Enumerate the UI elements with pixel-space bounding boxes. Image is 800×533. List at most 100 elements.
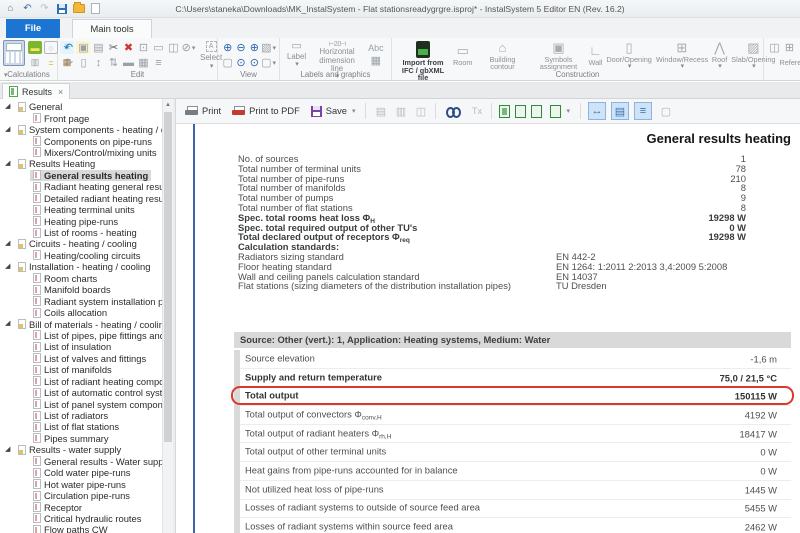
calc-users-icon[interactable]: ▥ [28,56,42,69]
tree-item[interactable]: ◢ Bill of materials - heating / cooling [0,318,162,329]
tree-item[interactable]: ◢ Circuits - heating / cooling [0,238,162,249]
symbols-assignment-button[interactable]: ▣ Symbols assignment [530,40,586,69]
print-to-pdf-button[interactable]: Print to PDF [229,104,303,119]
delete-icon[interactable]: ✖ [121,40,136,55]
roof-button[interactable]: ⋀ Roof ▾ [710,40,729,69]
tree-item[interactable]: ◢ Cold water pipe-runs [0,467,162,478]
tree-item[interactable]: ◢ Heating/cooling circuits [0,250,162,261]
paste-icon[interactable]: ▤ [91,40,106,55]
expand-arrow-icon[interactable]: ◢ [5,445,15,455]
building-contour-button[interactable]: ⌂ Building contour [474,40,530,69]
text-format-button[interactable]: Tx [469,104,484,119]
calc-balance-icon[interactable]: = [44,56,58,69]
undo-icon[interactable]: ↶ [21,2,34,15]
tree-item[interactable]: ◢ List of rooms - heating [0,227,162,238]
expand-arrow-icon[interactable]: ◢ [5,319,15,329]
tab-main-tools[interactable]: Main tools [72,19,152,38]
tree-item[interactable]: ◢ List of radiators [0,410,162,421]
tree-item[interactable]: ◢ Radiant system installation parameters [0,295,162,306]
tree-item[interactable]: ◢ Hot water pipe-runs [0,478,162,489]
calc-heating-icon[interactable]: ▬ [28,41,42,54]
disable-icon[interactable]: ⊘▾ [181,40,196,55]
close-icon[interactable]: × [58,87,63,97]
zoom-fit-icon[interactable]: ⊙ [234,55,247,70]
view-page-icon[interactable] [515,105,526,118]
view-grid-button[interactable]: ▾ [547,103,573,120]
tree-item[interactable]: ◢ Installation - heating / cooling [0,261,162,272]
tree-item[interactable]: ◢ Manifold boards [0,284,162,295]
wall-button[interactable]: ∟ Wall [586,40,604,69]
tree-item[interactable]: ◢ Circulation pipe-runs [0,490,162,501]
tree-item[interactable]: ◢ Front page [0,112,162,123]
tree-item[interactable]: ◢ List of radiant heating components [0,376,162,387]
tree-item[interactable]: ◢ General [0,101,162,112]
tree-item[interactable]: ◢ Heating pipe-runs [0,215,162,226]
redo-icon[interactable]: ↷ [38,2,51,15]
scrollbar-thumb[interactable] [164,112,172,442]
zoom-area-icon[interactable]: ▢ [221,55,234,70]
fit-width-toggle[interactable]: ↔ [588,102,606,120]
door-opening-button[interactable]: ▯ Door/Opening ▾ [604,40,653,69]
tree-item[interactable]: ◢ Flow paths CW [0,524,162,533]
tree-item[interactable]: ◢ List of manifolds [0,364,162,375]
tree-item[interactable]: ◢ Results Heating [0,158,162,169]
ribbon-overflow-icon-2[interactable]: ⊞ [782,40,797,55]
tree-item[interactable]: ◢ Mixers/Control/mixing units [0,147,162,158]
view-blank-page-icon[interactable] [531,105,542,118]
expand-arrow-icon[interactable]: ◢ [5,125,15,135]
scroll-up-icon[interactable]: ▲ [163,100,173,111]
horizontal-dimension-line-button[interactable]: ⊢2.0⊣ Horizontal dimension line ▾ [310,40,364,69]
tree-item[interactable]: ◢ Heating terminal units [0,204,162,215]
tab-file[interactable]: File [6,19,60,38]
window-recess-button[interactable]: ⊞ Window/Recess ▾ [654,40,710,69]
tree-item[interactable]: ◢ List of pipes, pipe fittings and coupl… [0,330,162,341]
zoom-out-icon[interactable]: ⊖ [234,40,247,55]
calc-ring-icon[interactable]: ○ [44,41,58,54]
undo-icon[interactable]: ↶ [61,40,76,55]
thumbnail-view-toggle[interactable]: ▢ [657,102,675,120]
expand-arrow-icon[interactable]: ◢ [5,102,15,112]
mirror-icon[interactable]: ◫ [166,40,181,55]
abc-text-button[interactable]: Abc ▦ [364,40,388,69]
single-page-toggle[interactable]: ▤ [611,102,629,120]
grid-icon[interactable]: ▦ [136,55,151,70]
tree-item[interactable]: ◢ Detailed radiant heating results [0,193,162,204]
columns-icon[interactable]: ▯ [76,55,91,70]
label-button[interactable]: ▭ Label ▾ [283,40,310,69]
save-icon[interactable] [55,2,68,15]
table-icon[interactable]: ▦ [368,55,383,68]
view-mode-icon[interactable]: ▢▾ [261,55,276,70]
list-view-toggle[interactable]: ≡ [634,102,652,120]
home-icon[interactable]: ⌂ [4,2,17,15]
tree-item[interactable]: ◢ List of flat stations [0,421,162,432]
pan-icon[interactable]: ▧▾ [261,40,276,55]
page-setup-icon[interactable]: ▤ [373,104,388,119]
tree-item[interactable]: ◢ List of valves and fittings [0,353,162,364]
move-vertical-icon[interactable]: ↕ [91,55,106,70]
align-top-icon[interactable]: ⊡ [136,40,151,55]
page-layout-icon[interactable]: ◫ [413,104,428,119]
tree-item[interactable]: ◢ Radiant heating general results [0,181,162,192]
tree-item[interactable]: ◢ System components - heating / cooling [0,124,162,135]
find-button[interactable] [443,104,464,119]
tree-item[interactable]: ◢ General results - Water supply [0,456,162,467]
cut-icon[interactable]: ✂ [106,40,121,55]
zoom-selection-icon[interactable]: ⊕ [248,40,261,55]
tree-item[interactable]: ◢ Pipes summary [0,433,162,444]
tree-item[interactable]: ◢ Coils allocation [0,307,162,318]
tree-item[interactable]: ◢ List of insulation [0,341,162,352]
expand-arrow-icon[interactable]: ◢ [5,262,15,272]
print-button[interactable]: Print [182,104,224,119]
list-icon[interactable]: ≡ [151,55,166,70]
expand-arrow-icon[interactable]: ◢ [5,159,15,169]
tree-item[interactable]: ◢ Room charts [0,273,162,284]
copy-page-icon[interactable]: ▥ [393,104,408,119]
stretch-icon[interactable]: ▬ [121,55,136,70]
redo-icon[interactable]: ↷ [61,55,76,70]
zoom-in-icon[interactable]: ⊕ [221,40,234,55]
tree-item[interactable]: ◢ Components on pipe-runs [0,135,162,146]
tree-scrollbar[interactable]: ▲ [162,99,173,533]
ribbon-overflow-icon-1[interactable]: ◫ [767,40,782,55]
swap-icon[interactable]: ⇅ [106,55,121,70]
room-button[interactable]: ▭ Room [451,40,474,69]
